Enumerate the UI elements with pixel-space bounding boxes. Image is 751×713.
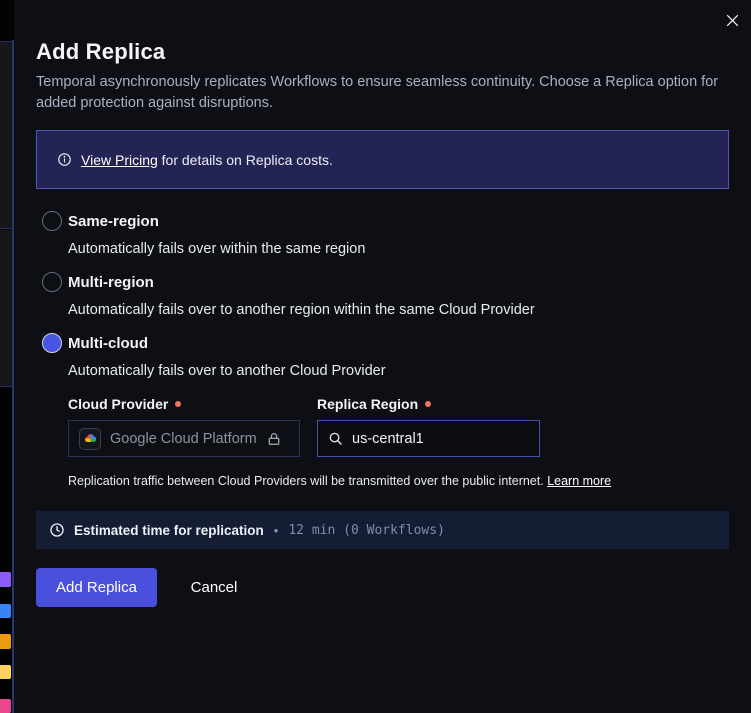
estimated-time-banner: Estimated time for replication • 12 min … xyxy=(36,511,729,549)
pricing-info-banner: View Pricing for details on Replica cost… xyxy=(36,130,729,189)
option-same-region[interactable]: Same-region Automatically fails over wit… xyxy=(42,211,365,259)
option-multi-region[interactable]: Multi-region Automatically fails over to… xyxy=(42,272,535,320)
estimate-separator: • xyxy=(274,523,279,538)
info-icon xyxy=(57,152,72,167)
note-text: Replication traffic between Cloud Provid… xyxy=(68,474,547,488)
learn-more-link[interactable]: Learn more xyxy=(547,474,611,488)
option-label[interactable]: Multi-region xyxy=(68,273,535,293)
cloud-provider-label-text: Cloud Provider xyxy=(68,396,168,412)
pricing-banner-text: View Pricing for details on Replica cost… xyxy=(81,152,333,168)
cloud-provider-label: Cloud Provider xyxy=(68,396,181,412)
radio-multi-region[interactable] xyxy=(42,272,62,292)
color-chip-blue xyxy=(0,604,11,618)
option-description: Automatically fails over within the same… xyxy=(68,239,365,259)
replica-region-label: Replica Region xyxy=(317,396,431,412)
cancel-button[interactable]: Cancel xyxy=(176,568,252,607)
required-dot xyxy=(425,401,431,407)
add-replica-modal: Add Replica Temporal asynchronously repl… xyxy=(14,0,751,713)
replica-region-value[interactable]: us-central1 xyxy=(352,431,424,447)
cloud-provider-field: Google Cloud Platform xyxy=(68,420,300,457)
radio-same-region[interactable] xyxy=(42,211,62,231)
option-label[interactable]: Same-region xyxy=(68,212,365,232)
estimate-value: 12 min (0 Workflows) xyxy=(288,523,445,538)
add-replica-button[interactable]: Add Replica xyxy=(36,568,157,607)
option-multi-cloud[interactable]: Multi-cloud Automatically fails over to … xyxy=(42,333,386,381)
clock-icon xyxy=(49,522,65,538)
option-description: Automatically fails over to another regi… xyxy=(68,300,535,320)
color-chip-orange xyxy=(0,634,11,649)
color-chip-purple xyxy=(0,572,11,587)
radio-multi-cloud[interactable] xyxy=(42,333,62,353)
option-label[interactable]: Multi-cloud xyxy=(68,334,386,354)
search-icon xyxy=(328,431,343,446)
public-internet-note: Replication traffic between Cloud Provid… xyxy=(68,474,611,488)
modal-title: Add Replica xyxy=(36,39,165,65)
close-icon xyxy=(724,12,741,29)
cloud-provider-value: Google Cloud Platform xyxy=(110,431,257,447)
screen: Add Replica Temporal asynchronously repl… xyxy=(0,0,751,713)
color-chip-pink xyxy=(0,699,11,713)
replica-region-field[interactable]: us-central1 xyxy=(317,420,540,457)
replica-region-label-text: Replica Region xyxy=(317,396,418,412)
estimate-label: Estimated time for replication xyxy=(74,523,264,538)
view-pricing-link[interactable]: View Pricing xyxy=(81,152,158,168)
lock-icon xyxy=(266,431,282,447)
gcp-logo-icon xyxy=(79,428,101,450)
color-chip-yellow xyxy=(0,665,11,679)
pricing-banner-rest: for details on Replica costs. xyxy=(158,152,333,168)
required-dot xyxy=(175,401,181,407)
option-description: Automatically fails over to another Clou… xyxy=(68,361,386,381)
close-button[interactable] xyxy=(721,9,743,31)
modal-description: Temporal asynchronously replicates Workf… xyxy=(36,72,730,114)
